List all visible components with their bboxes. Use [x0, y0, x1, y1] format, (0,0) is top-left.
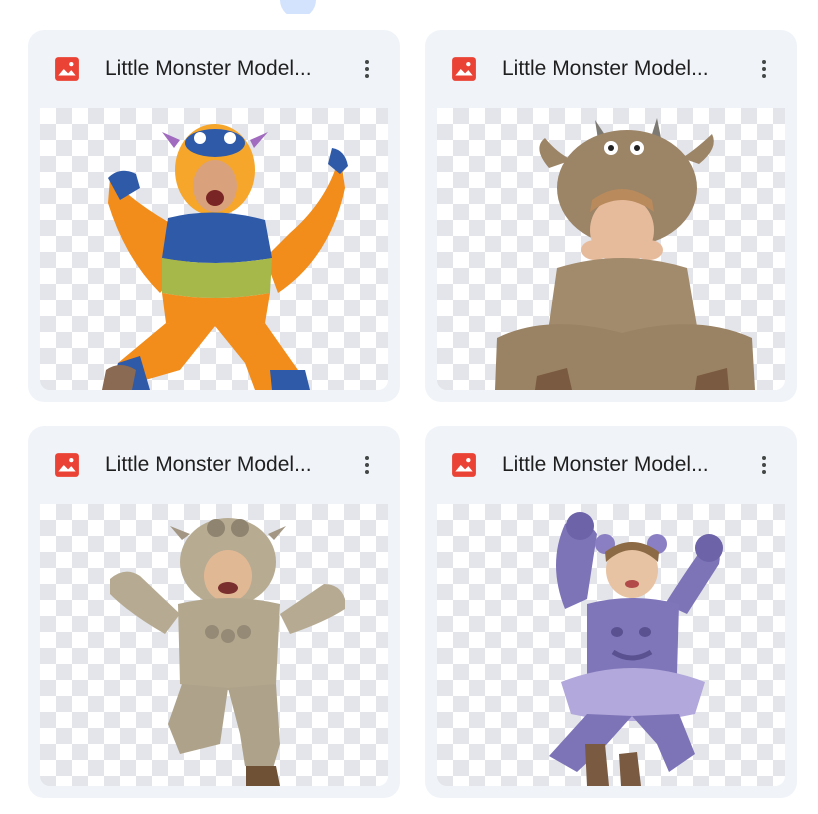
file-thumbnail[interactable]	[437, 504, 785, 786]
file-card-header: Little Monster Model...	[28, 30, 400, 108]
beige-monster-kid-figure	[110, 518, 345, 786]
file-name: Little Monster Model...	[105, 453, 312, 476]
more-options-icon[interactable]	[749, 450, 779, 480]
file-card-header: Little Monster Model...	[425, 30, 797, 108]
orange-monster-kid-figure	[102, 124, 348, 390]
file-card-header: Little Monster Model...	[425, 426, 797, 504]
file-card[interactable]: Little Monster Model...	[28, 426, 400, 798]
image-file-icon	[452, 57, 476, 81]
image-file-icon	[452, 453, 476, 477]
image-file-icon	[55, 57, 79, 81]
brown-monster-kid-figure	[495, 118, 755, 390]
file-thumbnail[interactable]	[40, 504, 388, 786]
more-options-icon[interactable]	[352, 450, 382, 480]
file-name: Little Monster Model...	[105, 57, 312, 80]
file-card-header: Little Monster Model...	[28, 426, 400, 504]
file-card[interactable]: Little Monster Model...	[425, 30, 797, 402]
file-name: Little Monster Model...	[502, 453, 709, 476]
top-clipped-header	[0, 0, 818, 14]
file-card[interactable]: Little Monster Model...	[28, 30, 400, 402]
image-file-icon	[55, 453, 79, 477]
more-options-icon[interactable]	[352, 54, 382, 84]
file-name: Little Monster Model...	[502, 57, 709, 80]
clipped-chip[interactable]	[280, 0, 316, 14]
clipped-header-text	[50, 0, 55, 9]
more-options-icon[interactable]	[749, 54, 779, 84]
purple-monster-girl-figure	[549, 512, 723, 786]
file-thumbnail[interactable]	[40, 108, 388, 390]
file-card[interactable]: Little Monster Model...	[425, 426, 797, 798]
file-thumbnail[interactable]	[437, 108, 785, 390]
